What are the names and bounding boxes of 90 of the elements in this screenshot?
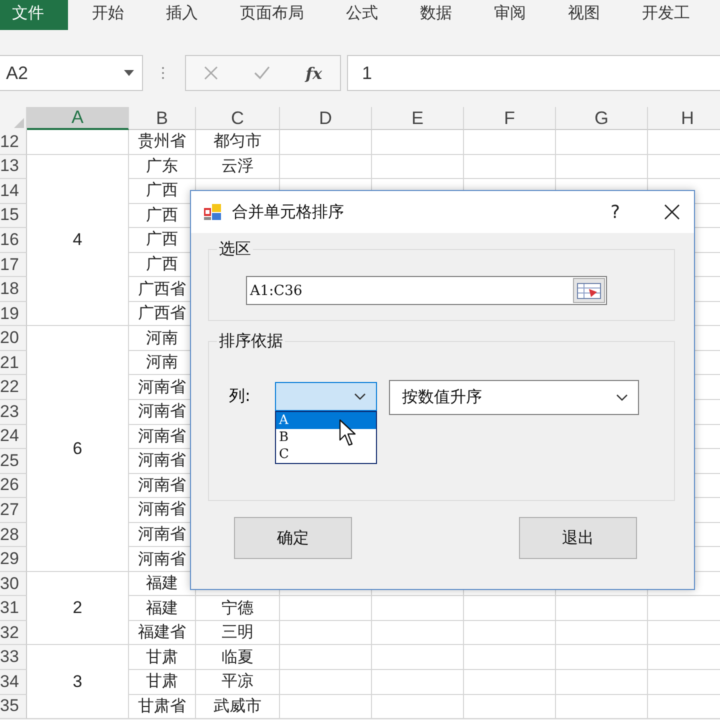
row-number[interactable]: 19	[0, 302, 27, 326]
app-icon	[204, 203, 222, 221]
cancel-icon	[204, 66, 218, 80]
row-number[interactable]: 16	[0, 228, 27, 253]
column-dropdown[interactable]	[275, 382, 377, 411]
formula-text: 1	[362, 62, 372, 84]
column-header[interactable]: D	[280, 107, 372, 130]
row-number[interactable]: 12	[0, 130, 27, 155]
range-picker-button[interactable]	[573, 278, 605, 303]
row-number[interactable]: 14	[0, 179, 27, 204]
column-header[interactable]: G	[556, 107, 648, 130]
ribbon-tab[interactable]: 公式	[346, 2, 378, 28]
group-label: 选区	[218, 239, 252, 260]
ribbon-tab[interactable]: 数据	[420, 2, 452, 28]
row-number[interactable]: 15	[0, 204, 27, 228]
cell-reference: A2	[6, 62, 28, 84]
row-number[interactable]: 28	[0, 522, 27, 548]
column-header[interactable]: H	[648, 107, 720, 130]
file-tab[interactable]: 文件	[0, 0, 68, 30]
table-cell: 临夏	[196, 645, 280, 670]
row-number[interactable]: 27	[0, 498, 27, 523]
table-cell: 福建	[129, 596, 196, 621]
row-number[interactable]: 18	[0, 277, 27, 302]
column-header[interactable]: E	[372, 107, 464, 130]
group-label: 排序依据	[218, 331, 284, 352]
close-button[interactable]	[664, 204, 680, 220]
ribbon-tab[interactable]: 开始	[92, 2, 124, 28]
row-number[interactable]: 33	[0, 645, 27, 670]
window-title: 合并单元格排序	[232, 202, 345, 222]
check-icon	[254, 66, 270, 80]
row-number[interactable]: 32	[0, 620, 27, 646]
table-cell: 广东	[129, 154, 196, 180]
close-icon	[664, 204, 680, 220]
row-number[interactable]: 25	[0, 449, 27, 474]
merged-cell: 3	[27, 645, 129, 720]
field-label: 列:	[229, 386, 252, 407]
help-button[interactable]: ?	[610, 202, 620, 222]
table-cell: 云浮	[196, 154, 280, 180]
row-number[interactable]: 24	[0, 424, 27, 450]
row-number[interactable]: 26	[0, 474, 27, 498]
dropdown-option[interactable]: C	[276, 446, 376, 463]
name-box[interactable]: A2	[0, 55, 143, 91]
table-cell: 甘肃省	[129, 694, 196, 720]
table-cell: 福建省	[129, 620, 196, 646]
table-icon	[577, 282, 601, 298]
range-text: A1:C36	[250, 282, 302, 298]
ribbon-tab[interactable]: 插入	[166, 2, 198, 28]
sort-order-dropdown[interactable]: 按数值升序	[389, 380, 639, 415]
table-cell: 甘肃	[129, 645, 196, 670]
ribbon-tab[interactable]: 页面布局	[240, 2, 304, 28]
merged-cell: 6	[27, 326, 129, 572]
insert-function-button[interactable]: fx	[306, 64, 322, 82]
table-cell: 甘肃	[129, 670, 196, 695]
dialog-button[interactable]: 退出	[519, 517, 637, 559]
ribbon-tab[interactable]: 视图	[568, 2, 600, 28]
chevron-down-icon	[354, 393, 366, 400]
row-number[interactable]: 34	[0, 670, 27, 695]
table-cell: 宁德	[196, 596, 280, 621]
row-number[interactable]: 30	[0, 572, 27, 596]
merged-cell: 2	[27, 572, 129, 646]
row-number[interactable]: 17	[0, 252, 27, 278]
row-number[interactable]: 23	[0, 400, 27, 425]
row-number[interactable]: 20	[0, 326, 27, 351]
ribbon-tab[interactable]: 审阅	[494, 2, 526, 28]
dialog-button[interactable]: 确定	[234, 517, 352, 559]
column-header[interactable]: B	[129, 107, 196, 130]
column-header[interactable]: F	[464, 107, 556, 130]
table-cell: 武威市	[196, 694, 280, 720]
row-number[interactable]: 21	[0, 350, 27, 376]
row-number[interactable]: 31	[0, 596, 27, 621]
dropdown-icon	[124, 70, 134, 76]
ribbon-tab[interactable]: 开发工	[642, 2, 690, 28]
range-field[interactable]: A1:C36	[246, 276, 607, 305]
row-number[interactable]: 29	[0, 547, 27, 572]
more-icon	[161, 66, 165, 80]
table-cell: 贵州省	[129, 130, 196, 155]
merged-cell: 4	[27, 154, 129, 326]
dropdown-option[interactable]: A	[276, 412, 376, 429]
table-cell: 平凉	[196, 670, 280, 695]
row-number[interactable]: 13	[0, 154, 27, 180]
row-number[interactable]: 35	[0, 694, 27, 720]
chevron-down-icon	[616, 394, 628, 401]
formula-input[interactable]: 1	[347, 55, 720, 91]
column-header[interactable]: C	[196, 107, 280, 130]
table-cell: 三明	[196, 620, 280, 646]
column-header[interactable]: A	[27, 107, 129, 130]
table-cell: 都匀市	[196, 130, 280, 155]
dropdown-option[interactable]: B	[276, 429, 376, 446]
cursor-icon	[338, 419, 358, 447]
row-number[interactable]: 22	[0, 375, 27, 400]
